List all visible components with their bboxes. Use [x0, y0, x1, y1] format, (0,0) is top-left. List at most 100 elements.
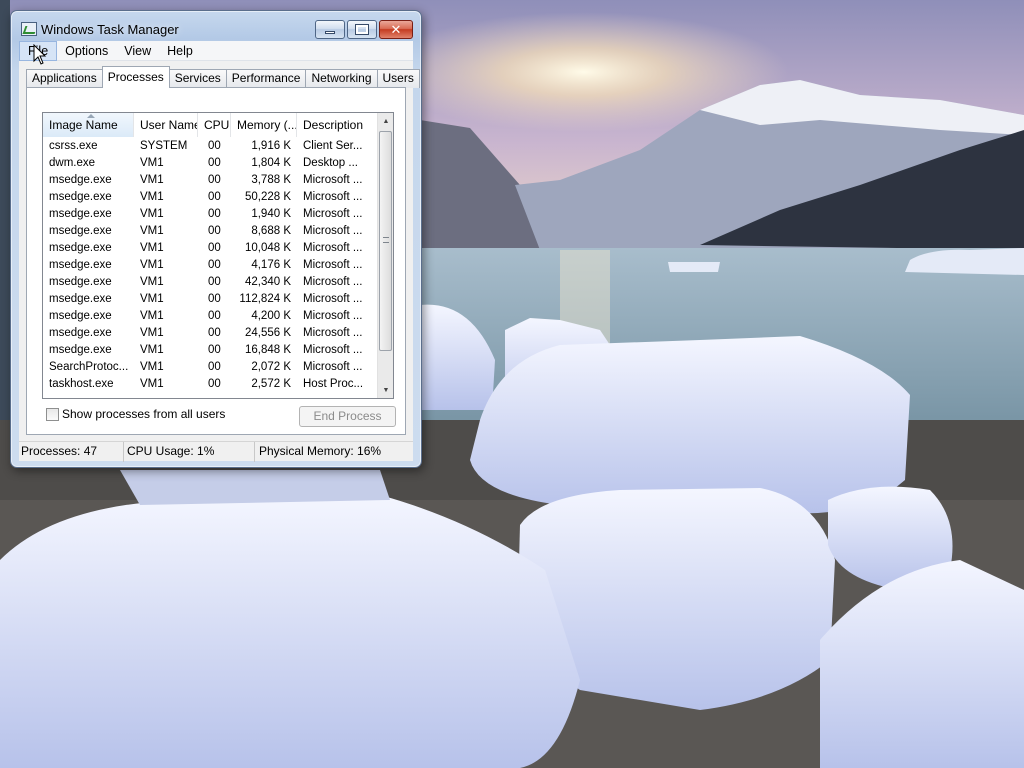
process-cpu: 00 — [208, 191, 221, 203]
process-memory: 50,228 K — [244, 191, 291, 203]
process-memory: 2,072 K — [251, 361, 291, 373]
process-cpu: 00 — [208, 293, 221, 305]
column-label-memory: Memory (... — [237, 118, 297, 132]
tab-users[interactable]: Users — [376, 69, 420, 88]
menu-help[interactable]: Help — [159, 41, 201, 61]
maximize-icon — [355, 24, 369, 35]
column-header-description[interactable]: Description — [297, 113, 379, 137]
column-header-image-name[interactable]: Image Name — [43, 113, 134, 137]
processes-panel: Image Name User Name CPU Memory (... Des… — [26, 87, 406, 435]
process-cpu: 00 — [208, 259, 221, 271]
process-row[interactable]: msedge.exe VM1 00 42,340 K Microsoft ... — [43, 274, 379, 291]
task-manager-window: Windows Task Manager ✕ File Options View… — [10, 10, 422, 468]
process-user-name: VM1 — [140, 208, 164, 220]
process-image-name: msedge.exe — [49, 293, 112, 305]
column-header-memory[interactable]: Memory (... — [231, 113, 297, 137]
process-image-name: msedge.exe — [49, 259, 112, 271]
process-description: Microsoft ... — [303, 293, 363, 305]
close-button[interactable]: ✕ — [379, 20, 413, 39]
process-memory: 8,688 K — [251, 225, 291, 237]
process-row[interactable]: msedge.exe VM1 00 8,688 K Microsoft ... — [43, 223, 379, 240]
process-description: Microsoft ... — [303, 361, 363, 373]
process-user-name: VM1 — [140, 191, 164, 203]
tab-performance[interactable]: Performance — [225, 69, 307, 88]
column-label-user-name: User Name — [140, 118, 198, 132]
process-row[interactable]: msedge.exe VM1 00 24,556 K Microsoft ... — [43, 325, 379, 342]
process-memory: 1,916 K — [251, 140, 291, 152]
mouse-cursor-icon — [33, 44, 47, 65]
close-icon: ✕ — [390, 22, 402, 37]
process-user-name: VM1 — [140, 361, 164, 373]
show-all-processes-checkbox[interactable] — [46, 407, 59, 421]
process-cpu: 00 — [208, 327, 221, 339]
column-header-user-name[interactable]: User Name — [134, 113, 198, 137]
title-bar[interactable]: Windows Task Manager ✕ — [11, 11, 421, 41]
process-row[interactable]: dwm.exe VM1 00 1,804 K Desktop ... — [43, 155, 379, 172]
process-row[interactable]: msedge.exe VM1 00 3,788 K Microsoft ... — [43, 172, 379, 189]
menu-view[interactable]: View — [116, 41, 159, 61]
process-row[interactable]: msedge.exe VM1 00 112,824 K Microsoft ... — [43, 291, 379, 308]
tab-applications[interactable]: Applications — [26, 69, 103, 88]
process-row[interactable]: SearchProtoc... VM1 00 2,072 K Microsoft ... — [43, 359, 379, 376]
process-cpu: 00 — [208, 208, 221, 220]
process-rows: csrss.exe SYSTEM 00 1,916 K Client Ser... dw… — [43, 138, 379, 393]
process-cpu: 00 — [208, 344, 221, 356]
process-description: Host Proc... — [303, 378, 364, 390]
process-cpu: 00 — [208, 140, 221, 152]
process-description: Microsoft ... — [303, 208, 363, 220]
process-row[interactable]: msedge.exe VM1 00 1,940 K Microsoft ... — [43, 206, 379, 223]
process-row[interactable]: csrss.exe SYSTEM 00 1,916 K Client Ser... — [43, 138, 379, 155]
tab-strip: Applications Processes Services Performa… — [26, 66, 420, 88]
process-row[interactable]: taskhost.exe VM1 00 2,572 K Host Proc... — [43, 376, 379, 393]
grip-icon — [383, 237, 389, 243]
process-image-name: msedge.exe — [49, 191, 112, 203]
process-image-name: taskhost.exe — [49, 378, 114, 390]
sort-ascending-icon — [87, 114, 95, 118]
column-label-image-name: Image Name — [49, 118, 118, 132]
process-cpu: 00 — [208, 378, 221, 390]
tab-processes[interactable]: Processes — [101, 66, 170, 88]
process-list-header: Image Name User Name CPU Memory (... Des… — [43, 113, 379, 137]
scroll-down-arrow-icon[interactable]: ▼ — [378, 382, 393, 398]
process-row[interactable]: msedge.exe VM1 00 50,228 K Microsoft ... — [43, 189, 379, 206]
scrollbar-thumb[interactable] — [379, 131, 392, 351]
scroll-up-arrow-icon[interactable]: ▲ — [378, 113, 393, 129]
process-row[interactable]: msedge.exe VM1 00 4,176 K Microsoft ... — [43, 257, 379, 274]
process-description: Microsoft ... — [303, 310, 363, 322]
process-cpu: 00 — [208, 276, 221, 288]
process-description: Desktop ... — [303, 157, 358, 169]
process-list[interactable]: Image Name User Name CPU Memory (... Des… — [42, 112, 394, 399]
process-user-name: VM1 — [140, 293, 164, 305]
tab-services[interactable]: Services — [168, 69, 227, 88]
process-image-name: msedge.exe — [49, 225, 112, 237]
process-image-name: msedge.exe — [49, 327, 112, 339]
status-physical-memory: Physical Memory: 16% — [259, 444, 382, 458]
show-all-processes-label[interactable]: Show processes from all users — [62, 407, 225, 421]
tab-networking[interactable]: Networking — [305, 69, 378, 88]
process-image-name: msedge.exe — [49, 174, 112, 186]
menu-bar: File Options View Help — [19, 40, 413, 61]
process-memory: 10,048 K — [244, 242, 291, 254]
status-processes: Processes: 47 — [19, 442, 124, 462]
process-cpu: 00 — [208, 361, 221, 373]
column-header-cpu[interactable]: CPU — [198, 113, 231, 137]
menu-options[interactable]: Options — [57, 41, 116, 61]
process-row[interactable]: msedge.exe VM1 00 4,200 K Microsoft ... — [43, 308, 379, 325]
process-row[interactable]: msedge.exe VM1 00 10,048 K Microsoft ... — [43, 240, 379, 257]
maximize-button[interactable] — [347, 20, 377, 39]
show-all-processes-option[interactable]: Show processes from all users — [46, 407, 225, 421]
process-memory: 4,200 K — [251, 310, 291, 322]
process-memory: 2,572 K — [251, 378, 291, 390]
minimize-button[interactable] — [315, 20, 345, 39]
process-image-name: msedge.exe — [49, 208, 112, 220]
process-image-name: msedge.exe — [49, 310, 112, 322]
end-process-button[interactable]: End Process — [299, 406, 396, 427]
process-row[interactable]: msedge.exe VM1 00 16,848 K Microsoft ... — [43, 342, 379, 359]
process-user-name: VM1 — [140, 242, 164, 254]
process-memory: 4,176 K — [251, 259, 291, 271]
process-description: Microsoft ... — [303, 191, 363, 203]
status-cpu-usage: CPU Usage: 1% — [124, 442, 255, 462]
minimize-icon — [325, 31, 335, 34]
process-cpu: 00 — [208, 174, 221, 186]
process-list-scrollbar[interactable]: ▲ ▼ — [377, 113, 393, 398]
